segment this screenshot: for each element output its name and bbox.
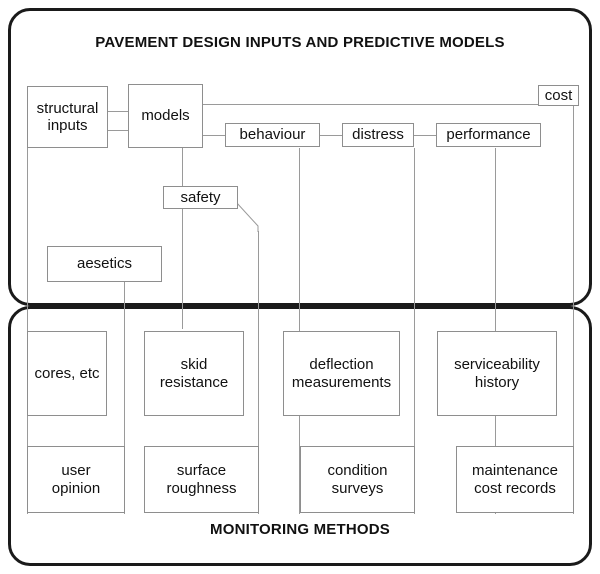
connector-safety-down — [182, 209, 183, 329]
connector-models-safety — [182, 148, 183, 190]
box-models[interactable]: models — [128, 84, 203, 148]
box-distress[interactable]: distress — [342, 123, 414, 147]
box-cost[interactable]: cost — [538, 85, 579, 106]
connector-structural-models-upper — [108, 111, 128, 112]
box-models-label: models — [141, 107, 190, 125]
box-aesetics[interactable]: aesetics — [47, 246, 162, 282]
box-deflection-measurements[interactable]: deflection measurements — [283, 331, 400, 416]
connector-models-behaviour — [203, 135, 225, 136]
box-condition-surveys[interactable]: condition surveys — [300, 446, 415, 513]
box-cores-etc[interactable]: cores, etc — [27, 331, 107, 416]
box-safety[interactable]: safety — [163, 186, 238, 209]
box-skid-resistance-label: skid resistance — [159, 356, 229, 391]
box-structural-inputs[interactable]: structural inputs — [27, 86, 108, 148]
box-aesetics-label: aesetics — [76, 255, 133, 273]
box-performance-label: performance — [446, 126, 531, 144]
box-skid-resistance[interactable]: skid resistance — [144, 331, 244, 416]
box-distress-label: distress — [352, 126, 404, 144]
box-maintenance-cost-records[interactable]: maintenance cost records — [456, 446, 574, 513]
top-panel-title: PAVEMENT DESIGN INPUTS AND PREDICTIVE MO… — [95, 34, 505, 51]
box-performance[interactable]: performance — [436, 123, 541, 147]
connector-models-cost-horizontal — [203, 104, 578, 105]
box-user-opinion-label: user opinion — [51, 462, 101, 497]
box-serviceability-history[interactable]: serviceability history — [437, 331, 557, 416]
box-condition-surveys-label: condition surveys — [327, 462, 388, 497]
diagram-canvas: PAVEMENT DESIGN INPUTS AND PREDICTIVE MO… — [0, 0, 600, 574]
box-behaviour-label: behaviour — [239, 126, 306, 144]
connector-behaviour-distress — [320, 135, 342, 136]
connector-distress-performance — [414, 135, 436, 136]
box-safety-label: safety — [180, 188, 221, 206]
box-deflection-measurements-label: deflection measurements — [291, 356, 392, 391]
box-serviceability-history-label: serviceability history — [454, 356, 540, 391]
box-surface-roughness-label: surface roughness — [166, 462, 237, 497]
connector-structural-models-lower — [108, 130, 128, 131]
box-cost-label: cost — [544, 86, 573, 104]
box-surface-roughness[interactable]: surface roughness — [144, 446, 259, 513]
box-maintenance-cost-records-label: maintenance cost records — [472, 462, 558, 497]
box-cores-etc-label: cores, etc — [34, 364, 100, 382]
connector-safety-diagonal — [235, 201, 259, 232]
box-structural-inputs-label: structural inputs — [36, 99, 99, 134]
box-user-opinion[interactable]: user opinion — [27, 446, 125, 513]
bottom-panel-title: MONITORING METHODS — [210, 521, 390, 538]
box-behaviour[interactable]: behaviour — [225, 123, 320, 147]
